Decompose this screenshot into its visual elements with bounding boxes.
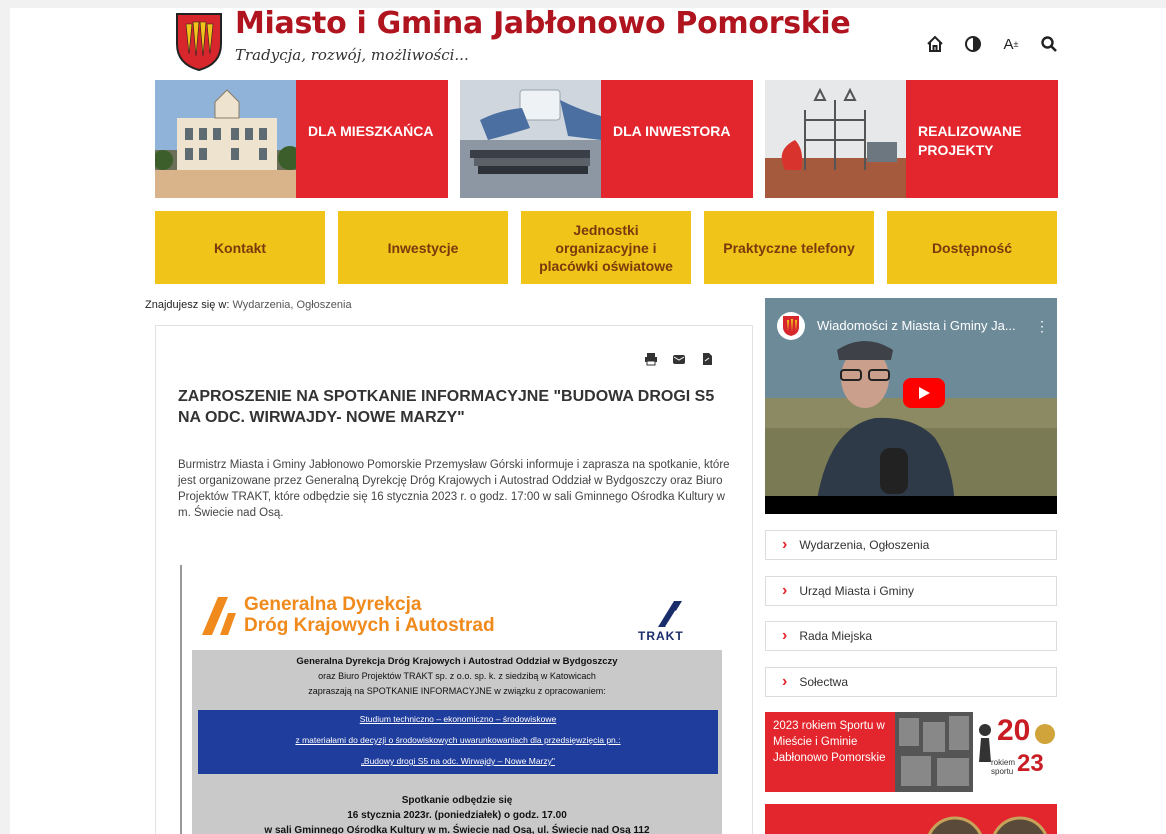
print-icon[interactable]	[642, 350, 660, 368]
breadcrumb-link[interactable]: Wydarzenia, Ogłoszenia	[232, 299, 351, 311]
play-button-icon[interactable]	[903, 378, 945, 408]
side-menu-item[interactable]: › Rada Miejska	[765, 621, 1057, 651]
pdf-icon[interactable]	[698, 350, 716, 368]
poster-meeting-line: w sali Gminnego Ośrodka Kultury w m. Świ…	[264, 825, 650, 834]
tile-dla-mieszkanca[interactable]: DLA MIESZKAŃCA	[155, 80, 448, 198]
page: Miasto i Gmina Jabłonowo Pomorskie Trady…	[10, 8, 1166, 834]
banner-number-23: 23	[1017, 750, 1044, 777]
side-menu-label: Rada Miejska	[799, 629, 873, 643]
home-icon[interactable]	[925, 34, 945, 54]
side-menu-item[interactable]: › Wydarzenia, Ogłoszenia	[765, 530, 1057, 560]
side-menu-item[interactable]: › Sołectwa	[765, 667, 1057, 697]
playground-photo	[765, 80, 906, 198]
poster-org-line1: Generalna Dyrekcja	[244, 594, 422, 615]
banner-caption: rokiem sportu	[991, 758, 1016, 776]
more-options-icon[interactable]: ⋮	[1035, 318, 1049, 335]
poster-blue-line: „Budowy drogi S5 na odc. Wirwajdy – Nowe…	[361, 756, 555, 766]
font-size-icon[interactable]: A ±	[1001, 34, 1021, 54]
poster-blue-box: Studium techniczno – ekonomiczno – środo…	[198, 710, 718, 774]
video-title[interactable]: Wiadomości z Miasta i Gminy Ja...	[817, 318, 1016, 333]
investor-photo	[460, 80, 601, 198]
chevron-right-icon: ›	[782, 673, 788, 690]
announcement-poster: Generalna Dyrekcja Dróg Krajowych i Auto…	[180, 565, 730, 834]
nav-jednostki[interactable]: Jednostki organizacyjne i placówki oświa…	[521, 211, 691, 284]
town-hall-photo	[155, 80, 296, 198]
article-body: Burmistrz Miasta i Gminy Jabłonowo Pomor…	[178, 459, 730, 519]
email-icon[interactable]	[670, 350, 688, 368]
nav-inwestycje[interactable]: Inwestycje	[338, 211, 508, 284]
tile-label: DLA INWESTORA	[601, 80, 753, 198]
contrast-icon[interactable]	[963, 34, 983, 54]
font-size-label: A	[1003, 35, 1014, 53]
tile-realizowane-projekty[interactable]: REALIZOWANE PROJEKTY	[765, 80, 1058, 198]
tile-dla-inwestora[interactable]: DLA INWESTORA	[460, 80, 753, 198]
nav-praktyczne-telefony[interactable]: Praktyczne telefony	[704, 211, 874, 284]
breadcrumb: Znajdujesz się w: Wydarzenia, Ogłoszenia	[145, 299, 352, 311]
poster-info-box: Generalna Dyrekcja Dróg Krajowych i Auto…	[192, 650, 722, 834]
tile-label: REALIZOWANE PROJEKTY	[906, 80, 1058, 198]
poster-line: zapraszają na SPOTKANIE INFORMACYJNE w z…	[308, 686, 606, 696]
promo-banner[interactable]	[765, 804, 1057, 834]
poster-meeting-line: 16 stycznia 2023r. (poniedziałek) o godz…	[347, 810, 567, 821]
search-icon[interactable]	[1039, 34, 1059, 54]
breadcrumb-prefix: Znajdujesz się w:	[145, 299, 230, 311]
chevron-right-icon: ›	[782, 582, 788, 599]
side-menu-label: Sołectwa	[799, 675, 849, 689]
accessibility-toolbar: A ±	[925, 34, 1059, 54]
poster-blue-line: z materiałami do decyzji o środowiskowyc…	[295, 735, 621, 745]
tile-label: DLA MIESZKAŃCA	[296, 80, 448, 198]
banner-image: 20 23 rokiem sportu	[895, 712, 1057, 792]
coat-of-arms-logo[interactable]	[173, 10, 225, 72]
banner-number-20: 20	[997, 714, 1031, 747]
nav-kontakt[interactable]: Kontakt	[155, 211, 325, 284]
side-menu-label: Wydarzenia, Ogłoszenia	[799, 538, 930, 552]
article-title: ZAPROSZENIE NA SPOTKANIE INFORMACYJNE "B…	[178, 388, 715, 426]
trakt-label: TRAKT	[638, 629, 684, 643]
nav-dostepnosc[interactable]: Dostępność	[887, 211, 1057, 284]
side-menu-item[interactable]: › Urząd Miasta i Gminy	[765, 576, 1057, 606]
banner-text: 2023 rokiem Sportu w Mieście i Gminie Ja…	[773, 720, 886, 764]
gddkia-logo	[198, 595, 238, 642]
youtube-video[interactable]: Wiadomości z Miasta i Gminy Ja... ⋮	[765, 298, 1057, 514]
poster-line: Generalna Dyrekcja Dróg Krajowych i Auto…	[296, 656, 618, 667]
poster-meeting-line: Spotkanie odbędzie się	[401, 795, 513, 806]
poster-blue-line: Studium techniczno – ekonomiczno – środo…	[359, 714, 557, 724]
poster-line: oraz Biuro Projektów TRAKT sp. z o.o. sp…	[318, 671, 596, 681]
chevron-right-icon: ›	[782, 536, 788, 553]
site-title[interactable]: Miasto i Gmina Jabłonowo Pomorskie	[235, 8, 851, 41]
sport-year-banner[interactable]: 2023 rokiem Sportu w Mieście i Gminie Ja…	[765, 712, 1057, 792]
article-actions	[642, 350, 716, 368]
channel-avatar[interactable]	[777, 312, 805, 340]
side-menu-label: Urząd Miasta i Gminy	[799, 584, 915, 598]
chevron-right-icon: ›	[782, 627, 788, 644]
poster-org-line2: Dróg Krajowych i Autostrad	[244, 615, 495, 636]
site-subtitle: Tradycja, rozwój, możliwości...	[235, 46, 469, 64]
